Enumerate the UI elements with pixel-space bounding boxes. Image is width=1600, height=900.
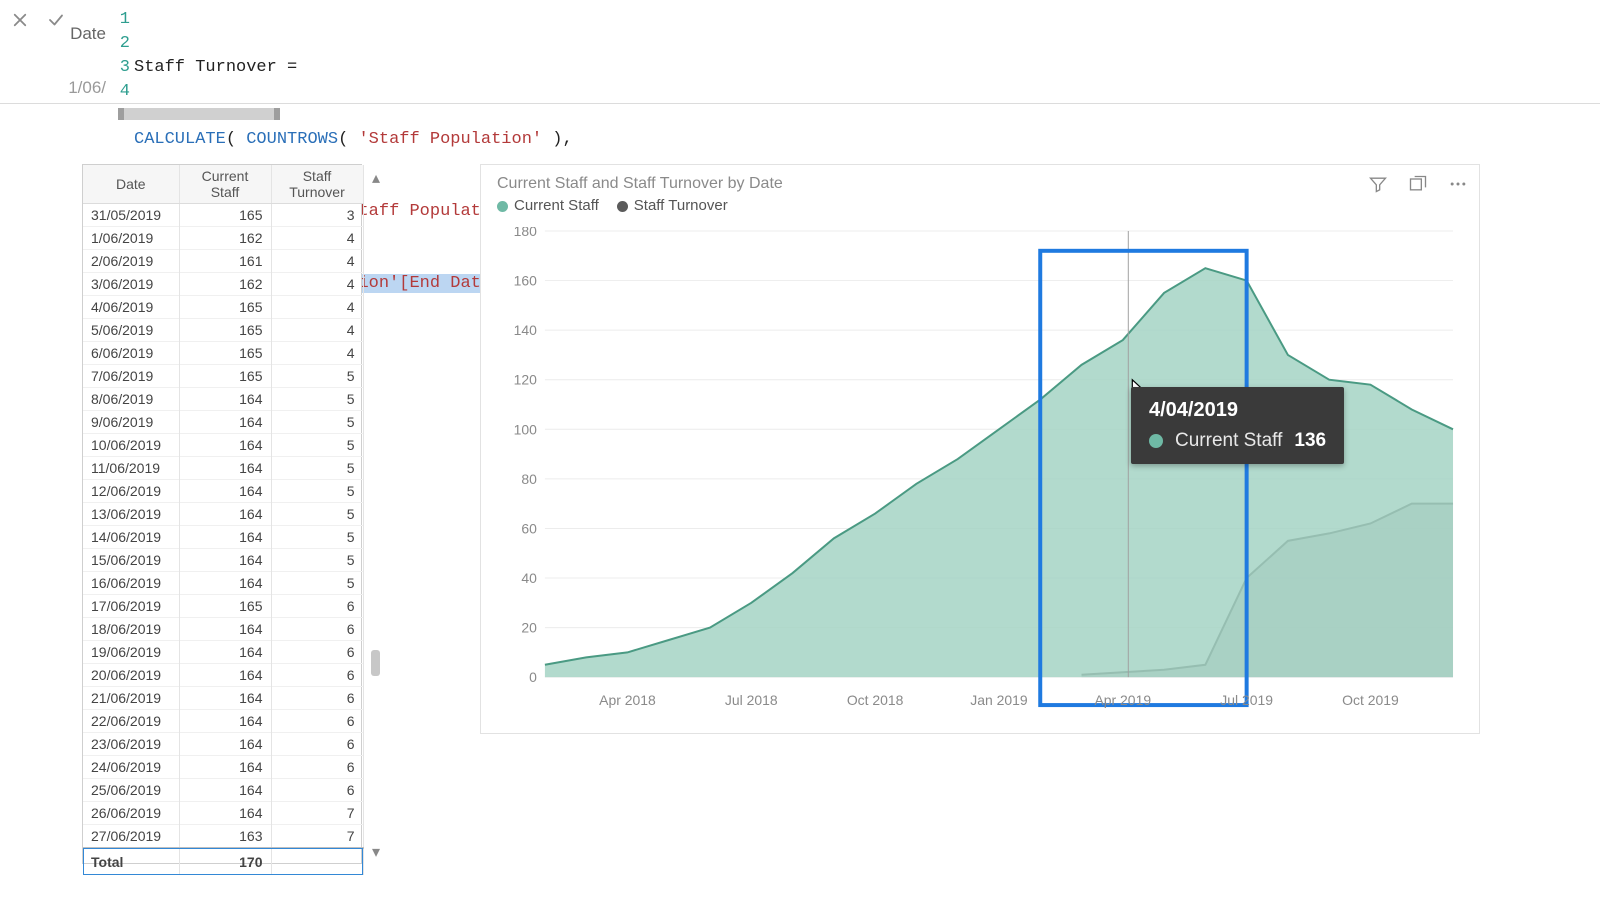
ellipsis-icon (1448, 174, 1468, 194)
table-row[interactable]: 27/06/20191637 (83, 825, 363, 849)
svg-text:Oct 2019: Oct 2019 (1342, 692, 1399, 708)
table-row[interactable]: 13/06/20191645 (83, 503, 363, 526)
close-icon (11, 11, 29, 29)
table-row[interactable]: 1/06/20191624 (83, 227, 363, 250)
svg-text:20: 20 (521, 620, 537, 636)
table-row[interactable]: 10/06/20191645 (83, 434, 363, 457)
filter-icon (1368, 174, 1388, 194)
scroll-up-icon[interactable]: ▴ (368, 170, 384, 186)
table-total-value: 170 (179, 848, 271, 875)
svg-text:Jan 2019: Jan 2019 (970, 692, 1028, 708)
table-row[interactable]: 16/06/20191645 (83, 572, 363, 595)
table-row[interactable]: 4/06/20191654 (83, 296, 363, 319)
table-row[interactable]: 26/06/20191647 (83, 802, 363, 825)
table-row[interactable]: 25/06/20191646 (83, 779, 363, 802)
svg-text:140: 140 (514, 322, 538, 338)
table-row[interactable]: 15/06/20191645 (83, 549, 363, 572)
table-row[interactable]: 20/06/20191646 (83, 664, 363, 687)
svg-text:0: 0 (529, 669, 537, 685)
table-header-cell[interactable]: Staff Turnover (271, 165, 363, 204)
svg-text:Jul 2018: Jul 2018 (725, 692, 778, 708)
chart-plot-area[interactable]: 0 20 40 60 80 100 120 140 160 180 Apr 2018 Jul 201… (501, 227, 1459, 723)
formula-bar: Date 1/06/ 1234 Staff Turnover = CALCULA… (0, 0, 1600, 104)
chart-tooltip: 4/04/2019 Current Staff 136 (1131, 387, 1344, 464)
field-label: Date (64, 24, 106, 44)
legend-dot-icon (617, 201, 628, 212)
svg-text:160: 160 (514, 273, 538, 289)
chart-filter-button[interactable] (1367, 173, 1389, 195)
svg-text:120: 120 (514, 372, 538, 388)
scroll-down-icon[interactable]: ▾ (368, 844, 384, 860)
check-icon (47, 11, 65, 29)
focus-mode-icon (1408, 174, 1428, 194)
svg-text:Apr 2018: Apr 2018 (599, 692, 656, 708)
svg-text:Oct 2018: Oct 2018 (847, 692, 904, 708)
data-table-visual[interactable]: DateCurrent StaffStaff Turnover 31/05/20… (82, 164, 362, 864)
table-row[interactable]: 24/06/20191646 (83, 756, 363, 779)
table-row[interactable]: 14/06/20191645 (83, 526, 363, 549)
table-row[interactable]: 7/06/20191655 (83, 365, 363, 388)
table-row[interactable]: 22/06/20191646 (83, 710, 363, 733)
table-row[interactable]: 2/06/20191614 (83, 250, 363, 273)
table-row[interactable]: 31/05/20191653 (83, 204, 363, 227)
field-value-partial: 1/06/ (64, 78, 106, 98)
table-header-cell[interactable]: Current Staff (179, 165, 271, 204)
svg-text:40: 40 (521, 570, 537, 586)
table-row[interactable]: 6/06/20191654 (83, 342, 363, 365)
legend-item-staff-turnover: Staff Turnover (617, 197, 728, 214)
table-row[interactable]: 11/06/20191645 (83, 457, 363, 480)
table-row[interactable]: 18/06/20191646 (83, 618, 363, 641)
tooltip-series-value: 136 (1294, 430, 1326, 452)
formula-horizontal-scrollbar[interactable] (118, 108, 280, 120)
svg-text:60: 60 (521, 520, 537, 536)
tooltip-date: 4/04/2019 (1149, 399, 1326, 422)
table-total-label: Total (83, 848, 179, 875)
scrollbar-thumb[interactable] (371, 650, 380, 676)
tooltip-series-dot-icon (1149, 434, 1163, 448)
table-row[interactable]: 23/06/20191646 (83, 733, 363, 756)
table-header-row: DateCurrent StaffStaff Turnover (83, 165, 363, 204)
table-header-cell[interactable]: Date (83, 165, 179, 204)
legend-item-current-staff: Current Staff (497, 197, 599, 214)
table-row[interactable]: 19/06/20191646 (83, 641, 363, 664)
formula-cancel-button[interactable] (6, 6, 34, 34)
table-vertical-scrollbar[interactable]: ▴ ▾ (368, 170, 384, 860)
table-row[interactable]: 8/06/20191645 (83, 388, 363, 411)
svg-text:180: 180 (514, 227, 538, 239)
table-row[interactable]: 5/06/20191654 (83, 319, 363, 342)
table-row[interactable]: 3/06/20191624 (83, 273, 363, 296)
chart-legend: Current Staff Staff Turnover (481, 197, 1479, 220)
chart-focus-mode-button[interactable] (1407, 173, 1429, 195)
svg-text:80: 80 (521, 471, 537, 487)
svg-text:Jul 2019: Jul 2019 (1220, 692, 1273, 708)
legend-dot-icon (497, 201, 508, 212)
table-row[interactable]: 17/06/20191656 (83, 595, 363, 618)
svg-text:100: 100 (514, 421, 538, 437)
chart-title: Current Staff and Staff Turnover by Date (481, 165, 1479, 197)
table-row[interactable]: 12/06/20191645 (83, 480, 363, 503)
tooltip-series-name: Current Staff (1175, 430, 1282, 452)
table-total-row: Total 170 (83, 848, 363, 875)
chart-more-options-button[interactable] (1447, 173, 1469, 195)
field-well-label: Date 1/06/ (64, 24, 106, 98)
table-row[interactable]: 9/06/20191645 (83, 411, 363, 434)
chart-visual[interactable]: Current Staff and Staff Turnover by Date… (480, 164, 1480, 734)
svg-text:Apr 2019: Apr 2019 (1094, 692, 1151, 708)
table-row[interactable]: 21/06/20191646 (83, 687, 363, 710)
formula-line-gutter: 1234 (108, 8, 130, 104)
